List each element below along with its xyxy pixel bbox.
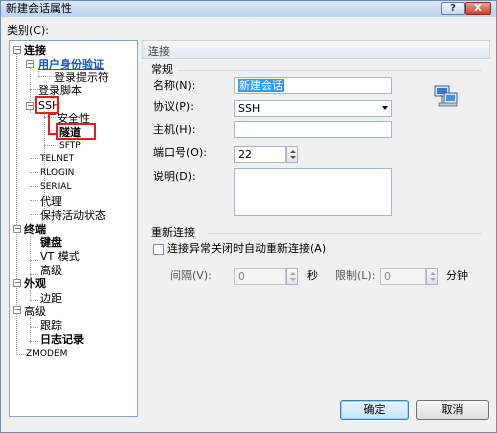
description-label: 说明(D): — [153, 170, 196, 183]
host-label: 主机(H): — [153, 123, 196, 136]
collapse-icon[interactable]: − — [13, 225, 21, 233]
tree-item-tunnel[interactable]: 隧道 — [59, 126, 81, 139]
tree-item-connection[interactable]: 连接 — [24, 44, 46, 57]
category-tree[interactable]: − − − − − − 连接 用户身份验证 登录提示符 登录脚本 SSH 安全性… — [9, 40, 138, 417]
protocol-select[interactable]: SSH — [234, 100, 392, 117]
ok-button[interactable]: 确定 — [340, 400, 409, 420]
section-header: 连接 — [142, 40, 490, 59]
interval-unit: 秒 — [307, 269, 318, 282]
session-properties-dialog: 新建会话属性 ? X 类别(C): − − − − − − 连接 用户身份验证 … — [0, 0, 497, 433]
tree-item-appearance[interactable]: 外观 — [24, 277, 46, 290]
tree-item-telnet[interactable]: TELNET — [40, 153, 74, 166]
tree-line — [30, 317, 31, 343]
close-button[interactable]: X — [465, 2, 491, 15]
protocol-select-value: SSH — [238, 102, 261, 115]
tree-item-keep-alive[interactable]: 保持活动状态 — [40, 209, 106, 222]
collapse-icon[interactable]: − — [13, 46, 21, 54]
spin-down-icon — [430, 278, 436, 281]
tree-line — [30, 341, 38, 342]
tree-item-sftp[interactable]: SFTP — [59, 140, 81, 153]
tree-line — [44, 117, 56, 118]
tree-line — [30, 327, 38, 328]
limit-spinner[interactable] — [426, 268, 438, 285]
window-title: 新建会话属性 — [6, 2, 72, 15]
protocol-label: 协议(P): — [153, 100, 194, 113]
interval-spinner[interactable] — [286, 268, 298, 285]
reconnect-group-title: 重新连接 — [151, 226, 195, 239]
tree-line — [30, 236, 31, 276]
auto-reconnect-label: 连接异常关闭时自动重新连接(A) — [167, 242, 327, 255]
tree-item-proxy[interactable]: 代理 — [40, 195, 62, 208]
section-title: 连接 — [148, 45, 170, 58]
tree-line — [30, 172, 38, 173]
tree-line — [30, 260, 38, 261]
tree-line — [30, 290, 31, 300]
limit-unit: 分钟 — [446, 269, 468, 282]
tree-item-vt-mode[interactable]: VT 模式 — [40, 250, 80, 263]
tree-item-keyboard[interactable]: 键盘 — [40, 236, 62, 249]
spin-up-icon — [290, 272, 296, 275]
tree-item-logging[interactable]: 日志记录 — [40, 333, 84, 346]
tree-item-zmodem[interactable]: ZMODEM — [26, 348, 67, 361]
help-button[interactable]: ? — [441, 2, 465, 15]
collapse-icon[interactable]: − — [13, 279, 21, 287]
network-computer-icon — [434, 85, 458, 107]
spin-down-icon — [290, 156, 296, 159]
port-spinner[interactable] — [286, 146, 298, 163]
tree-item-margins[interactable]: 边距 — [40, 292, 62, 305]
tree-line — [30, 300, 38, 301]
tree-item-rlogin[interactable]: RLOGIN — [40, 167, 74, 180]
spin-up-icon — [430, 272, 436, 275]
port-input[interactable]: 22 — [234, 146, 286, 163]
tree-line — [30, 186, 38, 187]
tree-line — [30, 89, 38, 90]
auto-reconnect-checkbox[interactable] — [153, 244, 164, 255]
tree-item-login-script[interactable]: 登录脚本 — [38, 84, 82, 97]
tree-line — [38, 76, 52, 77]
name-input-value: 新建会话 — [238, 79, 284, 92]
collapse-icon[interactable]: − — [26, 60, 34, 68]
tree-line — [30, 158, 38, 159]
name-input[interactable]: 新建会话 — [234, 77, 392, 94]
general-group-title: 常规 — [151, 63, 173, 76]
description-input[interactable] — [234, 168, 392, 216]
tree-line — [44, 145, 56, 146]
chevron-down-icon — [382, 106, 388, 110]
tree-line — [16, 354, 26, 355]
tree-item-ssh[interactable]: SSH — [38, 99, 60, 112]
limit-label: 限制(L): — [335, 269, 376, 282]
tree-item-terminal-advanced[interactable]: 高级 — [40, 264, 62, 277]
host-input[interactable] — [234, 121, 392, 138]
collapse-icon[interactable]: − — [13, 306, 21, 314]
interval-input[interactable]: 0 — [234, 268, 286, 285]
tree-item-advanced[interactable]: 高级 — [24, 305, 46, 318]
interval-label: 间隔(V): — [170, 269, 212, 282]
tree-line — [30, 214, 38, 215]
spin-up-icon — [290, 150, 296, 153]
group-divider — [178, 70, 482, 71]
tree-item-security[interactable]: 安全性 — [57, 112, 90, 125]
cancel-button[interactable]: 取消 — [416, 400, 489, 420]
port-label: 端口号(O): — [153, 146, 207, 159]
group-divider — [208, 233, 482, 234]
tree-item-login-prompt[interactable]: 登录提示符 — [54, 71, 109, 84]
collapse-icon[interactable]: − — [26, 102, 34, 110]
limit-input[interactable]: 0 — [380, 268, 426, 285]
tree-item-serial[interactable]: SERIAL — [40, 181, 71, 194]
tree-item-authentication[interactable]: 用户身份验证 — [38, 58, 104, 71]
tree-item-trace[interactable]: 跟踪 — [40, 319, 62, 332]
tree-item-terminal[interactable]: 终端 — [24, 223, 46, 236]
tree-line — [30, 274, 38, 275]
category-label: 类别(C): — [7, 24, 49, 37]
name-label: 名称(N): — [153, 79, 196, 92]
spin-down-icon — [290, 278, 296, 281]
title-bar: 新建会话属性 ? X — [1, 1, 496, 17]
tree-line — [30, 200, 38, 201]
